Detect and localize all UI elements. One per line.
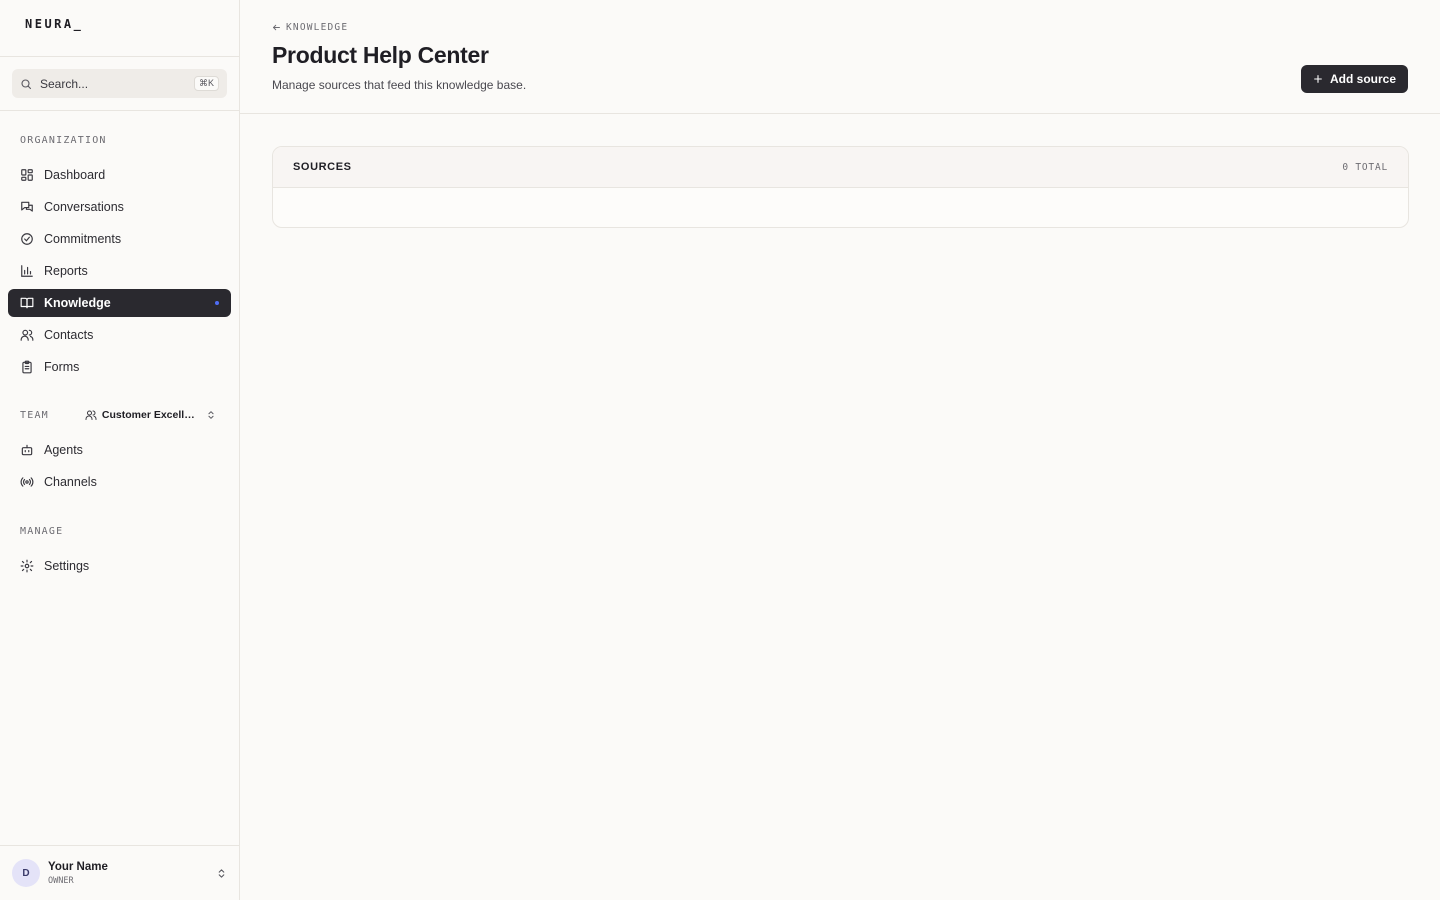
app-logo[interactable]: NEURA_ [25, 17, 83, 31]
add-source-label: Add source [1329, 72, 1396, 86]
logo-bar: NEURA_ [0, 0, 239, 57]
sidebar-item-label: Channels [44, 475, 97, 489]
sidebar-item-label: Reports [44, 264, 88, 278]
team-nav: Agents Channels [0, 436, 239, 496]
sidebar-item-label: Forms [44, 360, 80, 374]
check-circle-icon [20, 232, 34, 246]
team-selector-label: Customer Excellence [101, 409, 200, 421]
section-label-manage: MANAGE [20, 526, 64, 537]
user-name: Your Name [48, 860, 108, 873]
search-icon [21, 78, 32, 89]
sources-card: SOURCES 0 TOTAL [272, 146, 1409, 228]
conversations-icon [20, 200, 34, 214]
sidebar-item-conversations[interactable]: Conversations [8, 193, 231, 221]
user-role: OWNER [48, 875, 74, 886]
sidebar-item-label: Dashboard [44, 168, 106, 182]
bar-chart-icon [20, 264, 34, 278]
section-label-team: TEAM [20, 409, 49, 421]
section-label-organization: ORGANIZATION [20, 135, 107, 146]
sidebar-item-reports[interactable]: Reports [8, 257, 231, 285]
clipboard-icon [20, 360, 34, 374]
sidebar-item-dashboard[interactable]: Dashboard [8, 161, 231, 189]
sidebar-item-forms[interactable]: Forms [8, 353, 231, 381]
user-info: Your Name OWNER [48, 861, 216, 886]
gear-icon [20, 559, 34, 573]
chevron-up-down-icon [218, 868, 225, 878]
chevron-up-down-icon [208, 411, 214, 419]
sidebar-item-label: Conversations [44, 200, 124, 214]
page-subtitle: Manage sources that feed this knowledge … [272, 78, 527, 92]
team-selector[interactable]: Customer Excellence [85, 409, 216, 421]
sidebar-item-commitments[interactable]: Commitments [8, 225, 231, 253]
sidebar-item-knowledge[interactable]: Knowledge [8, 289, 231, 317]
sources-count: 0 TOTAL [1342, 161, 1388, 173]
manage-nav: Settings [0, 552, 239, 580]
page-title: Product Help Center [272, 42, 489, 68]
plus-icon [1314, 75, 1322, 83]
arrow-left-icon [273, 24, 280, 31]
sidebar: NEURA_ Search... ⌘K ORGANIZATION Dashboa… [0, 0, 240, 900]
users-icon [20, 328, 34, 342]
sidebar-item-contacts[interactable]: Contacts [8, 321, 231, 349]
dashboard-icon [20, 168, 34, 182]
book-icon [20, 296, 34, 310]
breadcrumb-label: KNOWLEDGE [286, 22, 349, 33]
user-group-icon [85, 410, 97, 420]
sidebar-item-channels[interactable]: Channels [8, 468, 231, 496]
team-row: TEAM Customer Excellence [0, 401, 239, 429]
sources-title: SOURCES [293, 161, 352, 173]
breadcrumb[interactable]: KNOWLEDGE [272, 22, 348, 33]
active-indicator-dot [215, 301, 219, 305]
add-source-button[interactable]: Add source [1300, 65, 1408, 93]
organization-nav: Dashboard Conversations Commitments Repo… [0, 161, 239, 381]
search-placeholder: Search... [40, 76, 89, 91]
main-content: KNOWLEDGE Product Help Center Manage sou… [240, 0, 1440, 900]
sidebar-item-label: Settings [44, 559, 90, 573]
avatar: D [12, 859, 40, 887]
sidebar-item-label: Agents [44, 443, 83, 457]
search-shortcut: ⌘K [193, 76, 219, 91]
search-wrap: Search... ⌘K [0, 57, 239, 111]
bot-icon [20, 443, 34, 457]
sidebar-item-agents[interactable]: Agents [8, 436, 231, 464]
sources-card-header: SOURCES 0 TOTAL [273, 147, 1408, 188]
sidebar-item-label: Commitments [44, 232, 122, 246]
sidebar-item-label: Knowledge [44, 296, 111, 310]
sidebar-item-settings[interactable]: Settings [8, 552, 231, 580]
user-menu[interactable]: D Your Name OWNER [0, 845, 239, 900]
sidebar-item-label: Contacts [44, 328, 94, 342]
broadcast-icon [20, 475, 34, 489]
page-header: KNOWLEDGE Product Help Center Manage sou… [240, 0, 1440, 114]
search-input[interactable]: Search... ⌘K [12, 69, 227, 98]
